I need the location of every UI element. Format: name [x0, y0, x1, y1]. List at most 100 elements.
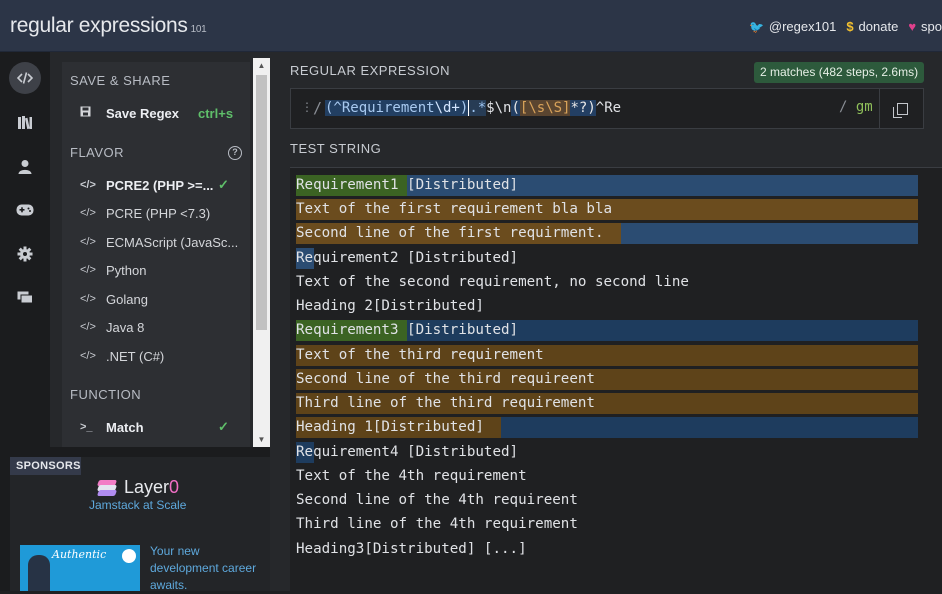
test-line: Heading3[Distributed] [...]: [296, 541, 527, 557]
layer0-logo-icon: [96, 479, 118, 497]
test-line: Requirement4 [Distributed]: [296, 444, 519, 460]
brand-logo[interactable]: regular expressions 101: [10, 14, 207, 38]
test-line: Third line of the 4th requirement: [296, 516, 578, 532]
heart-icon: ♥: [908, 19, 917, 34]
layer0-zero: 0: [169, 477, 180, 497]
test-line: Heading 2[Distributed]: [296, 298, 484, 314]
flavor-label: Python: [106, 262, 147, 278]
flavor-label: ECMAScript (JavaSc...: [106, 234, 239, 250]
code-icon: </>: [80, 293, 96, 305]
regex-input[interactable]: ⋮ / (^Requirement\d+).*$\n([\s\S]*?)^Re …: [290, 88, 924, 129]
code-icon: </>: [80, 350, 96, 362]
save-share-heading: SAVE & SHARE: [70, 73, 171, 88]
test-line: Requirement1 [Distributed]: [296, 177, 527, 193]
flavor-ecmascript[interactable]: </> ECMAScript (JavaSc...: [80, 231, 240, 253]
copy-regex-button[interactable]: [879, 89, 925, 128]
terminal-icon: >_: [80, 421, 93, 433]
function-match[interactable]: >_ Match ✓: [80, 416, 240, 438]
check-icon: ✓: [218, 419, 229, 434]
save-regex-button[interactable]: Save Regex ctrl+s: [80, 102, 240, 124]
quiz-icon[interactable]: [9, 194, 41, 226]
flavor-label: PCRE (PHP <7.3): [106, 205, 211, 221]
function-match-label: Match: [106, 419, 144, 435]
twitter-icon: 🐦: [748, 19, 764, 34]
test-string-label: TEST STRING: [290, 141, 382, 156]
drag-handle-icon[interactable]: ⋮: [301, 100, 313, 114]
flags-value: gm: [855, 99, 873, 115]
regex-label: REGULAR EXPRESSION: [290, 63, 450, 78]
flavor-java[interactable]: </> Java 8: [80, 316, 240, 338]
flavor-pcre[interactable]: </> PCRE (PHP <7.3): [80, 202, 240, 224]
ad-text[interactable]: Your new development career awaits.: [150, 543, 260, 594]
layer0-tagline[interactable]: Jamstack at Scale: [89, 498, 186, 512]
brand-version: 101: [190, 24, 207, 35]
test-line: Text of the third requirement: [296, 347, 553, 363]
test-line: Heading 1[Distributed]: [296, 419, 484, 435]
donate-label: donate: [858, 19, 899, 34]
layer0-name: Layer: [124, 477, 170, 497]
regex-open-delimiter: /: [313, 99, 323, 117]
sponsor-label: spo: [921, 19, 942, 34]
layer0-logo[interactable]: Layer0: [96, 477, 179, 498]
ad-image[interactable]: Authentic: [20, 545, 140, 591]
scroll-down-arrow[interactable]: ▼: [253, 432, 270, 447]
test-line: Text of the 4th requirement: [296, 468, 527, 484]
code-icon: </>: [80, 321, 96, 333]
test-line: Requirement3 [Distributed]: [296, 322, 519, 338]
flavor-python[interactable]: </> Python: [80, 259, 240, 281]
code-icon: </>: [80, 236, 96, 248]
flavor-label: PCRE2 (PHP >=...: [106, 177, 214, 193]
floppy-disk-icon: [80, 106, 106, 120]
code-icon: </>: [80, 264, 96, 276]
help-icon[interactable]: ?: [228, 146, 242, 160]
regex-close-delimiter: /: [839, 99, 848, 115]
match-highlight: [621, 223, 918, 244]
library-icon[interactable]: [9, 106, 41, 138]
flavor-dotnet[interactable]: </> .NET (C#): [80, 345, 240, 367]
save-shortcut: ctrl+s: [198, 105, 234, 121]
code-icon: </>: [80, 179, 96, 191]
scroll-thumb[interactable]: [256, 75, 267, 330]
user-icon[interactable]: [9, 150, 41, 182]
test-line: Second line of the first requirment.: [296, 225, 604, 241]
regex-pattern[interactable]: (^Requirement\d+).*$\n([\s\S]*?)^Re: [325, 100, 621, 116]
sponsor-link[interactable]: ♥ spo: [908, 19, 942, 34]
flavor-pcre2[interactable]: </> PCRE2 (PHP >=... ✓: [80, 174, 240, 196]
ad-person: [28, 555, 50, 591]
test-line: Second line of the 4th requireent: [296, 492, 578, 508]
donate-link[interactable]: $ donate: [846, 19, 898, 34]
test-line: Requirement2 [Distributed]: [296, 250, 527, 266]
ad-image-text: Authentic: [52, 548, 107, 561]
copy-icon: [893, 102, 908, 118]
test-string-area[interactable]: Requirement1 [Distributed] Text of the f…: [290, 167, 942, 591]
settings-icon[interactable]: [9, 238, 41, 270]
test-line: Second line of the third requireent: [296, 371, 604, 387]
top-bar: regular expressions 101 🐦 @regex101 $ donat…: [0, 0, 942, 52]
flavor-label: Java 8: [106, 319, 145, 335]
regex-flags[interactable]: / gm: [839, 99, 873, 115]
sponsors-area: SPONSORS Layer0 Jamstack at Scale Authen…: [0, 447, 270, 594]
flavor-label: .NET (C#): [106, 348, 165, 364]
match-highlight: [501, 417, 918, 438]
test-line: Third line of the third requirement: [296, 395, 595, 411]
side-panel-scrollbar[interactable]: ▲ ▼: [253, 58, 270, 447]
twitter-label: @regex101: [768, 19, 837, 34]
scroll-up-arrow[interactable]: ▲: [253, 58, 270, 73]
flavor-label: Golang: [106, 291, 148, 307]
regex-editor-icon[interactable]: [9, 62, 41, 94]
brand-text: regular expressions: [10, 14, 188, 37]
check-icon: ✓: [218, 177, 229, 192]
test-line: Text of the first requirement bla bla: [296, 201, 613, 217]
match-info-badge: 2 matches (482 steps, 2.6ms): [754, 62, 925, 83]
test-line: Text of the second requirement, no secon…: [296, 274, 689, 290]
flavor-heading: FLAVOR: [70, 145, 125, 160]
function-heading: FUNCTION: [70, 387, 142, 402]
dollar-icon: $: [846, 19, 854, 34]
ad-badge: [122, 549, 136, 563]
chat-icon[interactable]: [9, 282, 41, 314]
code-icon: </>: [80, 207, 96, 219]
sponsors-tag: SPONSORS: [10, 457, 81, 475]
flavor-golang[interactable]: </> Golang: [80, 288, 240, 310]
twitter-link[interactable]: 🐦 @regex101: [749, 19, 836, 34]
main-editor: REGULAR EXPRESSION 2 matches (482 steps,…: [270, 52, 942, 591]
